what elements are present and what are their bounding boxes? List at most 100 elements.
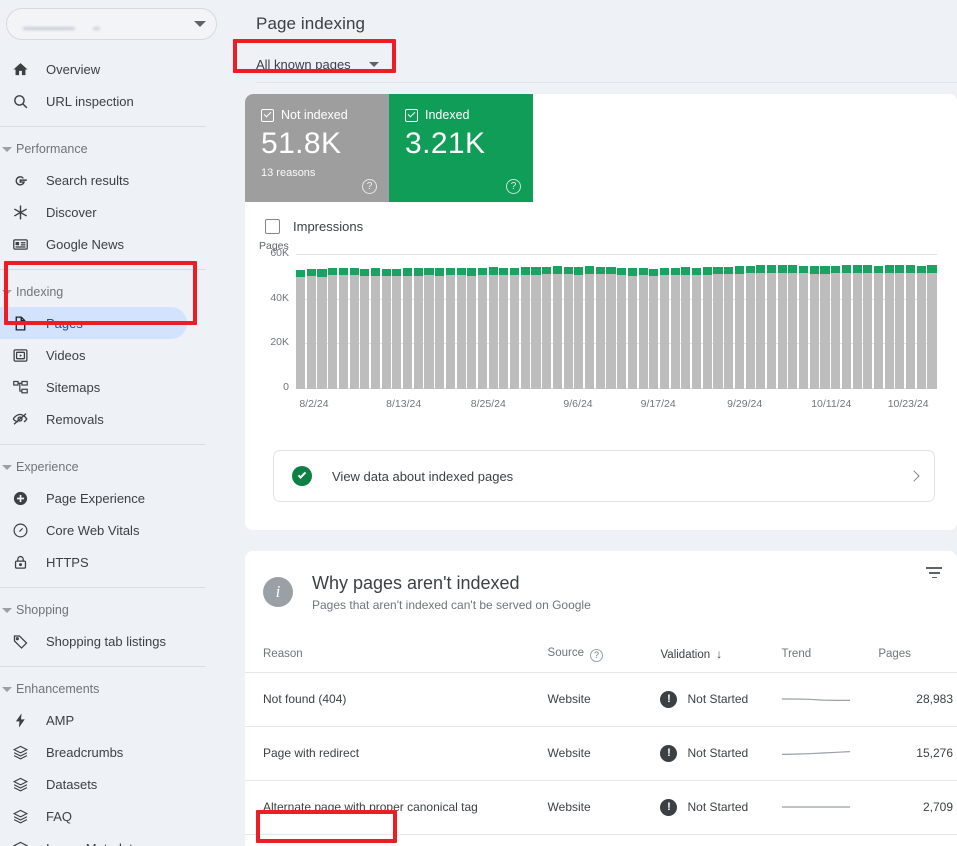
- column-header-pages[interactable]: Pages: [878, 639, 957, 672]
- sidebar-item-videos[interactable]: Videos: [0, 339, 230, 371]
- chart-bar[interactable]: [853, 265, 862, 389]
- chart-bar[interactable]: [831, 266, 840, 389]
- table-row[interactable]: Alternate page with proper canonical tag…: [245, 780, 957, 834]
- sidebar-item-url-inspection[interactable]: URL inspection: [0, 85, 230, 117]
- chart-bar[interactable]: [382, 269, 391, 389]
- help-icon[interactable]: ?: [590, 649, 603, 662]
- sidebar-item-google-news[interactable]: Google News: [0, 228, 230, 260]
- chart-bar[interactable]: [639, 268, 648, 389]
- not-indexed-checkbox[interactable]: [261, 109, 274, 122]
- chart-bar[interactable]: [446, 268, 455, 389]
- sidebar-item-breadcrumbs[interactable]: Breadcrumbs: [0, 736, 230, 768]
- sidebar-item-image-metadata[interactable]: Image Metadata: [0, 832, 230, 846]
- chart-bar[interactable]: [660, 268, 669, 389]
- chart-bar[interactable]: [906, 265, 915, 389]
- filter-icon[interactable]: [925, 567, 943, 578]
- view-indexed-pages-banner[interactable]: View data about indexed pages: [273, 450, 935, 502]
- chart-bar[interactable]: [392, 269, 401, 389]
- chart-bar[interactable]: [542, 267, 551, 389]
- chart-bar[interactable]: [649, 269, 658, 389]
- sidebar-item-shopping-tab-listings[interactable]: Shopping tab listings: [0, 625, 230, 657]
- sidebar-item-overview[interactable]: Overview: [0, 53, 230, 85]
- column-header-validation[interactable]: Validation↓: [660, 639, 781, 672]
- chart-bar[interactable]: [328, 268, 337, 389]
- page-filter-select[interactable]: All known pages: [256, 50, 389, 80]
- sidebar-item-search-results[interactable]: Search results: [0, 164, 230, 196]
- help-icon[interactable]: ?: [362, 179, 377, 194]
- indexed-checkbox[interactable]: [405, 109, 418, 122]
- chart-bar[interactable]: [724, 267, 733, 389]
- chart-bar[interactable]: [307, 269, 316, 389]
- chart-bar[interactable]: [756, 265, 765, 389]
- chart-bar[interactable]: [778, 265, 787, 389]
- chart-bar[interactable]: [746, 266, 755, 389]
- chart-bar[interactable]: [735, 266, 744, 389]
- sidebar-group-enhancements[interactable]: Enhancements: [0, 674, 230, 704]
- chart-bar[interactable]: [917, 266, 926, 389]
- chart-bar[interactable]: [296, 270, 305, 389]
- table-row[interactable]: Not found (404)Website!Not Started28,983: [245, 672, 957, 726]
- chart-bar[interactable]: [435, 268, 444, 389]
- impressions-checkbox[interactable]: [265, 219, 280, 234]
- chart-bar[interactable]: [799, 266, 808, 389]
- sidebar-group-shopping[interactable]: Shopping: [0, 595, 230, 625]
- chart-bar[interactable]: [842, 265, 851, 389]
- chart-bar[interactable]: [499, 268, 508, 389]
- sidebar-item-datasets[interactable]: Datasets: [0, 768, 230, 800]
- chart-bar[interactable]: [371, 268, 380, 389]
- sidebar-item-page-experience[interactable]: Page Experience: [0, 482, 230, 514]
- chart-bar[interactable]: [424, 268, 433, 389]
- chart-bar[interactable]: [713, 267, 722, 389]
- sidebar-group-performance[interactable]: Performance: [0, 134, 230, 164]
- sidebar-item-discover[interactable]: Discover: [0, 196, 230, 228]
- stat-card-indexed[interactable]: Indexed 3.21K ?: [389, 94, 533, 202]
- column-header-trend[interactable]: Trend: [782, 639, 879, 672]
- chart-bar[interactable]: [489, 267, 498, 389]
- chart-bar[interactable]: [617, 268, 626, 389]
- chart-bar[interactable]: [553, 266, 562, 389]
- sidebar-item-amp[interactable]: AMP: [0, 704, 230, 736]
- chart-bar[interactable]: [895, 265, 904, 389]
- chart-bar[interactable]: [564, 267, 573, 389]
- sidebar-group-experience[interactable]: Experience: [0, 452, 230, 482]
- chart-bar[interactable]: [457, 268, 466, 389]
- chart-bar[interactable]: [863, 265, 872, 389]
- chart-bar[interactable]: [339, 268, 348, 389]
- stat-card-not-indexed[interactable]: Not indexed 51.8K 13 reasons ?: [245, 94, 389, 202]
- chart-bar[interactable]: [414, 268, 423, 389]
- chevron-down-icon[interactable]: [194, 21, 206, 27]
- table-row[interactable]: Page with redirectWebsite!Not Started15,…: [245, 726, 957, 780]
- chart-bar[interactable]: [521, 267, 530, 389]
- chart-bar[interactable]: [350, 268, 359, 389]
- chart-bar[interactable]: [681, 267, 690, 389]
- chart-bar[interactable]: [671, 268, 680, 389]
- chart-bar[interactable]: [874, 266, 883, 389]
- chart-bar[interactable]: [510, 268, 519, 389]
- chart-bar[interactable]: [317, 269, 326, 389]
- table-row[interactable]: Excluded by 'noindex' tagWebsite!Not Sta…: [245, 834, 957, 846]
- chart-bar[interactable]: [403, 268, 412, 389]
- sidebar-group-indexing[interactable]: Indexing: [0, 277, 230, 307]
- chart-bar[interactable]: [767, 265, 776, 389]
- chart-bar[interactable]: [628, 268, 637, 389]
- chevron-right-icon[interactable]: [908, 470, 919, 481]
- chart-bar[interactable]: [360, 269, 369, 389]
- chart-bar[interactable]: [692, 268, 701, 389]
- chart-bar[interactable]: [585, 266, 594, 389]
- chart-bar[interactable]: [788, 265, 797, 389]
- impressions-toggle[interactable]: Impressions: [245, 202, 957, 234]
- sidebar-item-faq[interactable]: FAQ: [0, 800, 230, 832]
- chart-bar[interactable]: [927, 265, 936, 389]
- chart-bar[interactable]: [810, 266, 819, 389]
- chart-bar[interactable]: [820, 266, 829, 389]
- sidebar-item-pages[interactable]: Pages: [0, 307, 187, 339]
- property-selector[interactable]: [6, 8, 217, 40]
- chart-bar[interactable]: [531, 267, 540, 389]
- chart-bar[interactable]: [596, 267, 605, 389]
- chart-bar[interactable]: [606, 267, 615, 389]
- sidebar-item-https[interactable]: HTTPS: [0, 546, 230, 578]
- chart-bar[interactable]: [885, 265, 894, 389]
- chart-bar[interactable]: [467, 268, 476, 389]
- help-icon[interactable]: ?: [506, 179, 521, 194]
- column-header-reason[interactable]: Reason: [245, 639, 548, 672]
